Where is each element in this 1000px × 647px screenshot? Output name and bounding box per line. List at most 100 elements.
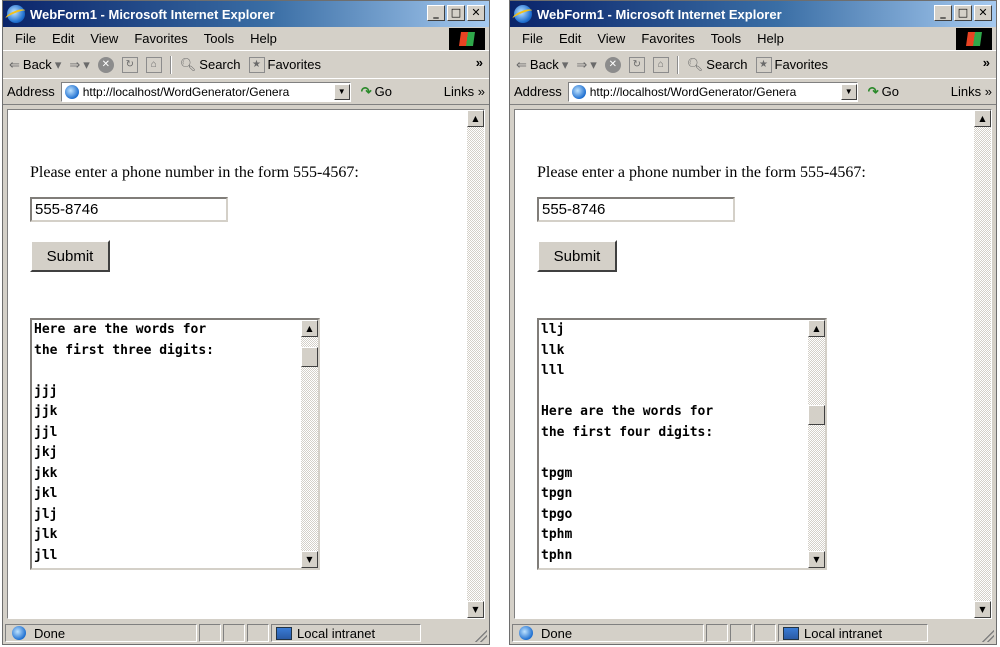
go-arrow-icon: ↷ (867, 83, 879, 99)
toolbar-overflow-icon[interactable]: » (983, 55, 990, 70)
forward-button[interactable]: ⇒ ▾ (69, 57, 89, 73)
page-scroll-up-icon[interactable]: ▲ (467, 110, 484, 127)
words-lines: Here are the words for the first three di… (34, 320, 214, 566)
search-button[interactable]: 🔍︎ Search (687, 57, 748, 73)
forward-arrow-icon: ⇒ (69, 56, 81, 72)
favorites-button[interactable]: ★ Favorites (755, 56, 828, 73)
words-line: tphm (541, 527, 573, 542)
resize-grip-icon[interactable] (475, 630, 487, 642)
words-line: the first three digits: (34, 342, 215, 358)
menu-tools[interactable]: Tools (196, 31, 242, 46)
words-scrollbar[interactable]: ▲ ▼ (301, 320, 318, 568)
menu-edit[interactable]: Edit (44, 31, 82, 46)
search-button[interactable]: 🔍︎ Search (180, 57, 241, 73)
close-button[interactable]: ✕ (974, 5, 992, 21)
words-line (541, 443, 713, 464)
favorites-button[interactable]: ★ Favorites (248, 56, 321, 73)
submit-button[interactable]: Submit (537, 240, 617, 272)
forward-button[interactable]: ⇒ ▾ (576, 57, 596, 73)
back-arrow-icon: ⇐ (9, 56, 20, 72)
address-dropdown-icon[interactable]: ▼ (840, 83, 857, 100)
back-button[interactable]: ⇐ Back ▾ (516, 57, 568, 73)
maximize-button[interactable]: □ (447, 5, 465, 21)
scroll-thumb[interactable] (808, 404, 825, 425)
address-dropdown-icon[interactable]: ▼ (333, 83, 350, 100)
stop-icon[interactable]: ✕ (604, 56, 621, 73)
minimize-button[interactable]: _ (934, 5, 952, 21)
dropdown-arrow-icon: ▾ (83, 56, 90, 72)
scroll-up-icon[interactable]: ▲ (808, 320, 825, 337)
scroll-up-icon[interactable]: ▲ (301, 320, 318, 337)
menu-help[interactable]: Help (749, 31, 792, 46)
toolbar-overflow-icon[interactable]: » (476, 55, 483, 70)
links-button[interactable]: Links » (951, 84, 992, 99)
search-icon: 🔍︎ (686, 56, 704, 72)
address-field[interactable]: http://localhost/WordGenerator/Genera ▼ (60, 81, 351, 102)
status-pane (223, 624, 245, 642)
words-line (34, 361, 214, 382)
go-button[interactable]: ↷ Go (361, 84, 392, 100)
home-icon[interactable]: ⌂ (145, 56, 162, 73)
address-field[interactable]: http://localhost/WordGenerator/Genera ▼ (567, 81, 858, 102)
close-button[interactable]: ✕ (467, 5, 485, 21)
resize-grip-icon[interactable] (982, 630, 994, 642)
menu-favorites[interactable]: Favorites (126, 31, 195, 46)
links-button[interactable]: Links » (444, 84, 485, 99)
scroll-thumb[interactable] (301, 346, 318, 367)
status-bar: Done Local intranet (510, 622, 996, 644)
standard-toolbar: ⇐ Back ▾ ⇒ ▾ ✕ ↻ ⌂ 🔍︎ Search ★ Favorites… (510, 51, 996, 79)
stop-icon[interactable]: ✕ (97, 56, 114, 73)
menu-view[interactable]: View (589, 31, 633, 46)
ie-logo-icon (514, 5, 532, 23)
standard-toolbar: ⇐ Back ▾ ⇒ ▾ ✕ ↻ ⌂ 🔍︎ Search ★ Favorites… (3, 51, 489, 79)
menu-help[interactable]: Help (242, 31, 285, 46)
page-scrollbar[interactable]: ▲ ▼ (467, 110, 484, 618)
status-main: Done (512, 624, 704, 642)
scroll-down-icon[interactable]: ▼ (808, 551, 825, 568)
home-icon[interactable]: ⌂ (652, 56, 669, 73)
page-done-icon (519, 626, 533, 640)
words-scrollbar[interactable]: ▲ ▼ (808, 320, 825, 568)
title-bar[interactable]: WebForm1 - Microsoft Internet Explorer _… (510, 1, 996, 27)
words-line: jjl (34, 424, 58, 440)
page-done-icon (12, 626, 26, 640)
phone-input[interactable] (537, 197, 735, 222)
refresh-icon[interactable]: ↻ (121, 56, 138, 73)
address-label: Address (514, 84, 562, 99)
menu-edit[interactable]: Edit (551, 31, 589, 46)
words-textarea[interactable]: llj llk lll Here are the words for the first… (537, 318, 827, 570)
menu-favorites[interactable]: Favorites (633, 31, 702, 46)
windows-logo-icon (956, 28, 992, 50)
status-pane (706, 624, 728, 642)
page-scroll-up-icon[interactable]: ▲ (974, 110, 991, 127)
zone-label: Local intranet (804, 625, 883, 641)
menu-tools[interactable]: Tools (703, 31, 749, 46)
words-line: jlk (34, 527, 58, 542)
title-bar[interactable]: WebForm1 - Microsoft Internet Explorer _… (3, 1, 489, 27)
go-button[interactable]: ↷ Go (868, 84, 899, 100)
status-text: Done (541, 625, 573, 641)
words-line: llj (541, 322, 565, 337)
maximize-button[interactable]: □ (954, 5, 972, 21)
menu-file[interactable]: File (7, 31, 44, 46)
scroll-down-icon[interactable]: ▼ (301, 551, 318, 568)
status-bar: Done Local intranet (3, 622, 489, 644)
toolbar-separator (169, 55, 172, 74)
browser-window-2: WebForm1 - Microsoft Internet Explorer _… (509, 0, 997, 645)
words-line: llk (541, 342, 565, 358)
page-scroll-down-icon[interactable]: ▼ (974, 601, 991, 618)
menu-file[interactable]: File (514, 31, 551, 46)
back-button[interactable]: ⇐ Back ▾ (9, 57, 61, 73)
address-url[interactable]: http://localhost/WordGenerator/Genera (590, 85, 841, 99)
page-scrollbar[interactable]: ▲ ▼ (974, 110, 991, 618)
menu-bar: File Edit View Favorites Tools Help (510, 27, 996, 51)
page-scroll-down-icon[interactable]: ▼ (467, 601, 484, 618)
words-textarea[interactable]: Here are the words for the first three di… (30, 318, 320, 570)
address-url[interactable]: http://localhost/WordGenerator/Genera (83, 85, 334, 99)
refresh-icon[interactable]: ↻ (628, 56, 645, 73)
minimize-button[interactable]: _ (427, 5, 445, 21)
menu-view[interactable]: View (82, 31, 126, 46)
phone-input[interactable] (30, 197, 228, 222)
status-pane (754, 624, 776, 642)
submit-button[interactable]: Submit (30, 240, 110, 272)
